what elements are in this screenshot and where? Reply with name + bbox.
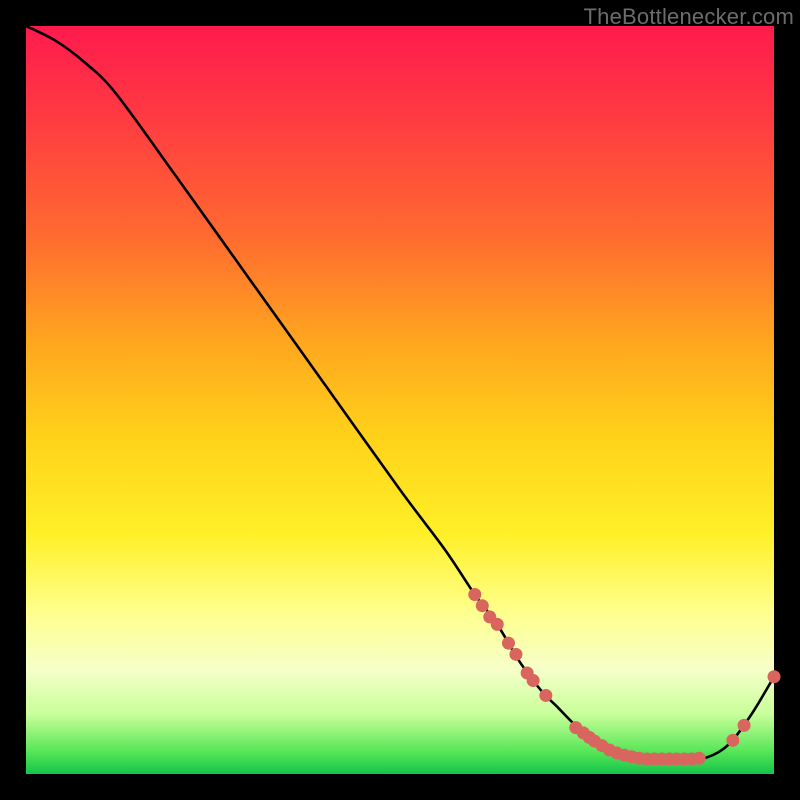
series-curve [26, 26, 774, 759]
marker-point [527, 674, 540, 687]
chart-stage: TheBottlenecker.com [0, 0, 800, 800]
marker-point [468, 588, 481, 601]
marker-point [738, 719, 751, 732]
marker-point [491, 618, 504, 631]
series-markers [468, 588, 780, 766]
marker-point [476, 599, 489, 612]
marker-point [693, 752, 706, 765]
marker-point [509, 648, 522, 661]
marker-point [768, 670, 781, 683]
marker-point [539, 689, 552, 702]
marker-point [502, 637, 515, 650]
plot-area [26, 26, 774, 774]
chart-svg [26, 26, 774, 774]
marker-point [726, 734, 739, 747]
